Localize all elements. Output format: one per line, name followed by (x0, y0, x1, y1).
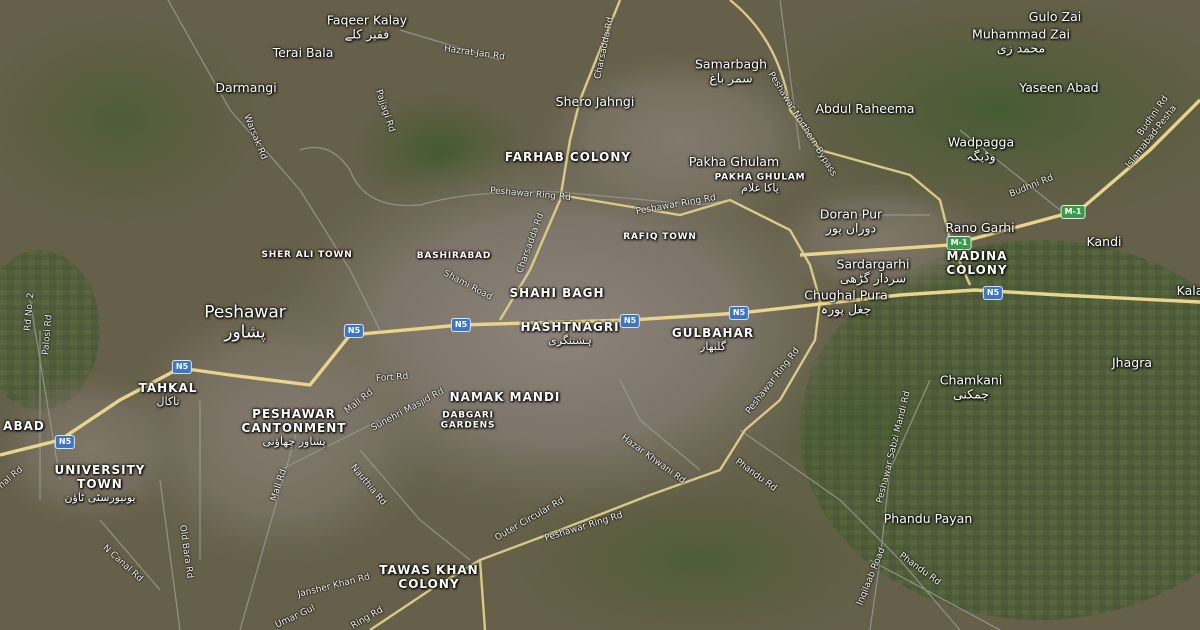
m1-shield: M-1 (1060, 205, 1086, 219)
place-label-darmangi: Darmangi (215, 79, 277, 95)
place-label-gulo-zai: Gulo Zai (1028, 8, 1082, 24)
district-label-madina-colony: MADINA COLONY (946, 249, 1008, 277)
place-label-abdul-raheema: Abdul Raheema (815, 100, 915, 116)
place-label-wadpagga: Wadpagga وڈپگہ (947, 134, 1015, 164)
place-label-kala: Kala (1176, 282, 1200, 298)
n5-shield: N5 (343, 324, 365, 338)
place-label-chamkani: Chamkani چمکنی (939, 372, 1003, 402)
area-label-pakha-ghulam: PAKHA GHULAM پاکا غلام (714, 172, 806, 195)
city-label-peshawar: Peshawar پشاور (204, 302, 286, 342)
place-label-pakha-ghulam: Pakha Ghulam (688, 153, 780, 169)
place-label-jhagra: Jhagra (1111, 354, 1153, 370)
place-label-kandi: Kandi (1086, 233, 1122, 249)
place-label-faqeer-kalay: Faqeer Kalay فقیر کلے (326, 12, 408, 42)
district-label-peshawar-cantonment: PESHAWAR CANTONMENT پشاور چھاؤنی (241, 406, 347, 448)
satellite-map[interactable]: N5 N5 N5 N5 N5 N5 N5 M-1 M-1 Hazrat Jan … (0, 0, 1200, 630)
district-label-hashtnagri: HASHTNAGRI ہشتنگری (520, 319, 620, 347)
place-label-rano-garhi: Rano Garhi (945, 219, 1015, 235)
place-label-sardargarhi: Sardargarhi سردار گڑھی (836, 256, 910, 286)
area-label-bashirabad: BASHIRABAD (416, 250, 492, 261)
n5-shield: N5 (619, 314, 641, 328)
place-label-shero-jahngi: Shero Jahngi (555, 93, 635, 109)
m1-shield: M-1 (946, 236, 972, 250)
district-label-gulbahar: GULBAHAR گلبهار (671, 325, 755, 353)
n5-shield: N5 (54, 435, 76, 449)
n5-shield: N5 (171, 360, 193, 374)
district-label-tahkal: TAHKAL تاکال (138, 380, 198, 408)
place-label-muhammad-zai: Muhammad Zai محمد زی (972, 26, 1070, 56)
place-label-phandu-payan: Phandu Payan (883, 510, 973, 526)
place-label-samarbagh: Samarbagh سمر باغ (694, 56, 768, 86)
district-label-shahi-bagh: SHAHI BAGH (509, 286, 605, 301)
area-label-dabgari-gardens: DABGARI GARDENS (440, 410, 496, 431)
place-label-doran-pur: Doran Pur دوران پور (819, 206, 883, 236)
place-label-chughal-pura: Chughal Pura چغل پورہ (804, 287, 888, 317)
district-label-namak-mandi: NAMAK MANDI (449, 390, 561, 405)
area-label-rafiq-town: RAFIQ TOWN (623, 231, 697, 242)
area-label-sher-ali-town: SHER ALI TOWN (261, 249, 353, 260)
district-label-university-town: UNIVERSITY TOWN یونیورسٹی ٹاؤن (54, 462, 146, 504)
place-label-yaseen-abad: Yaseen Abad (1019, 79, 1099, 95)
n5-shield: N5 (728, 306, 750, 320)
district-label-tawas-khan-colony: TAWAS KHAN COLONY (379, 563, 479, 591)
place-label-terai-bala: Terai Bala (272, 44, 334, 60)
district-label-abad: ABAD (3, 419, 45, 434)
district-label-farhab-colony: FARHAB COLONY (504, 150, 632, 165)
n5-shield: N5 (450, 318, 472, 332)
n5-shield: N5 (982, 286, 1004, 300)
